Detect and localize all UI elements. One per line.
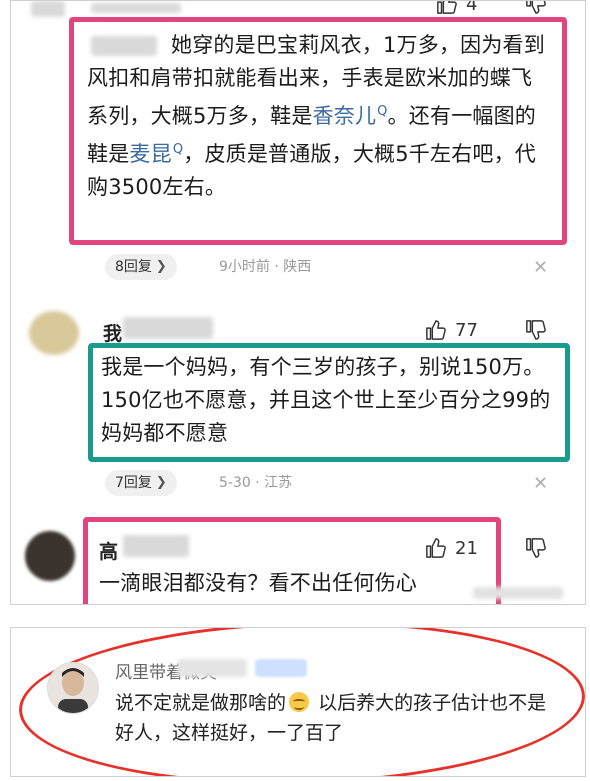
like-button-top[interactable]: 4 xyxy=(436,0,478,15)
user-badge xyxy=(255,659,307,677)
reply-button-comment2[interactable]: 7回复 ❯ xyxy=(105,470,177,496)
thumb-up-icon xyxy=(425,537,447,559)
comment1-meta: 9小时前 · 陕西 xyxy=(219,259,312,275)
close-icon[interactable]: ✕ xyxy=(533,475,548,493)
chevron-right-icon: ❯ xyxy=(155,259,167,274)
comment1-text: 她穿的是巴宝莉风衣，1万多，因为看到风扣和肩带扣就能看出来，手表是欧米加的蝶飞系… xyxy=(87,29,553,204)
link-mcqueen[interactable]: 麦昆Q xyxy=(129,142,183,166)
thumb-up-icon xyxy=(425,319,447,341)
close-icon[interactable]: ✕ xyxy=(533,259,548,277)
link-mcqueen-label: 麦昆 xyxy=(129,142,172,166)
like-count: 77 xyxy=(455,319,478,341)
link-chanel[interactable]: 香奈儿Q xyxy=(313,104,388,128)
link-chanel-label: 香奈儿 xyxy=(312,104,377,128)
comment-screenshot-bottom: 风里带着微笑 说不定就是做那啥的 以后养大的孩子估计也不是好人，这样挺好，一了百… xyxy=(10,627,586,777)
watermark-blurred xyxy=(473,587,563,599)
thumb-down-icon[interactable] xyxy=(525,319,547,341)
comment3-username[interactable]: 高 xyxy=(99,537,118,564)
reply-button-comment1[interactable]: 8回复 ❯ xyxy=(105,254,177,280)
avatar[interactable] xyxy=(25,531,75,581)
username-partial xyxy=(91,3,181,13)
comment-screenshot-top: 4 她穿的是巴宝莉风衣，1万多，因为看到风扣和肩带扣就能看出来，手表是欧米加的蝶… xyxy=(10,0,586,605)
username-blurred xyxy=(123,317,213,339)
like-count: 21 xyxy=(455,537,478,559)
username-blurred xyxy=(123,535,189,557)
comment-text-part1: 说不定就是做那啥的 xyxy=(115,692,287,714)
comment-text: 说不定就是做那啥的 以后养大的孩子估计也不是好人，这样挺好，一了百了 xyxy=(115,688,565,748)
search-icon: Q xyxy=(377,104,388,119)
thumb-up-icon xyxy=(436,1,458,15)
avatar[interactable] xyxy=(47,662,99,714)
like-count: 4 xyxy=(466,0,478,15)
search-icon: Q xyxy=(172,142,184,157)
like-button-comment2[interactable]: 77 xyxy=(425,319,478,341)
thumb-down-icon[interactable] xyxy=(525,1,547,15)
smile-emoji-icon xyxy=(289,692,310,712)
user-photo-icon xyxy=(58,668,88,713)
like-button-comment3[interactable]: 21 xyxy=(425,537,478,559)
comment2-text: 我是一个妈妈，有个三岁的孩子，别说150万。150亿也不愿意，并且这个世上至少百… xyxy=(101,355,551,445)
reply-label: 7回复 xyxy=(115,475,152,491)
comment2-username[interactable]: 我 xyxy=(103,319,122,346)
thumb-down-icon[interactable] xyxy=(525,537,547,559)
reply-label: 8回复 xyxy=(115,259,152,275)
comment2-meta: 5-30 · 江苏 xyxy=(219,475,293,491)
avatar[interactable] xyxy=(29,311,79,355)
chevron-right-icon: ❯ xyxy=(155,475,167,490)
avatar-partial xyxy=(31,1,65,17)
username-blurred xyxy=(177,659,247,677)
comment3-text: 一滴眼泪都没有？看不出任何伤心 xyxy=(99,571,417,595)
